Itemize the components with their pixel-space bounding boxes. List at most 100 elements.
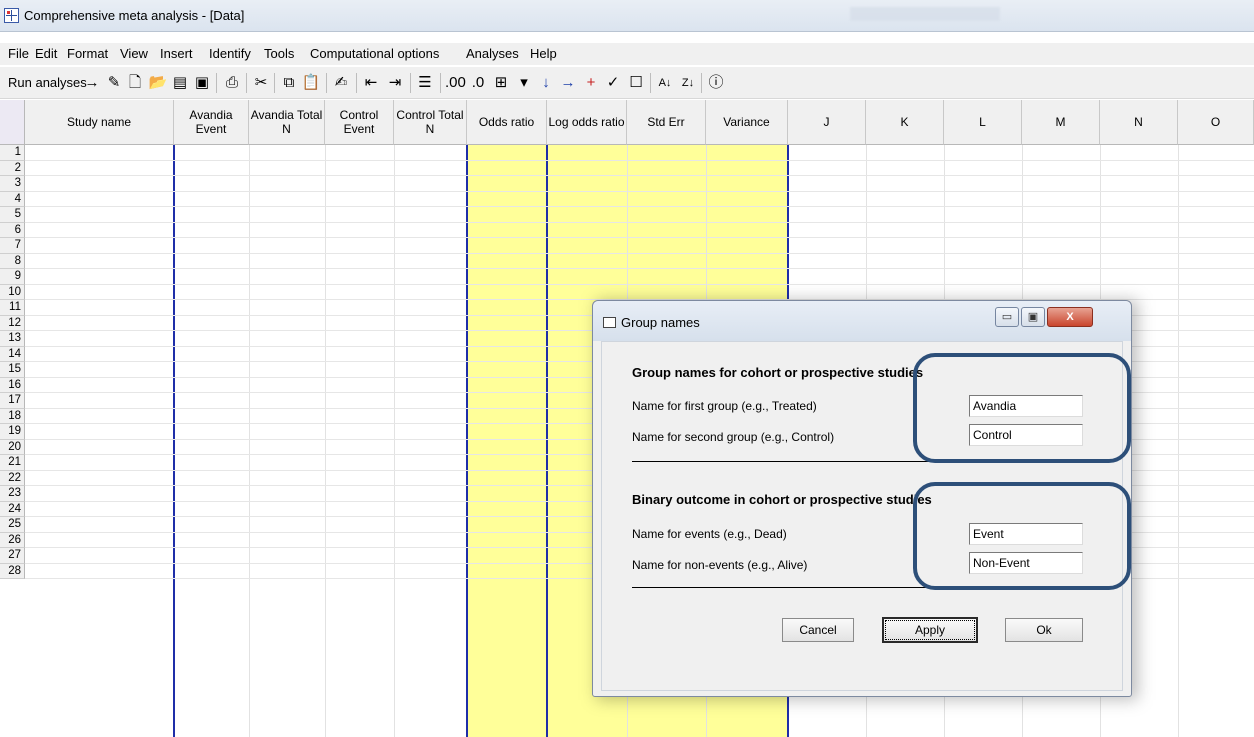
app-icon (4, 8, 19, 23)
row-header[interactable]: 1 (0, 145, 25, 161)
row-header[interactable]: 18 (0, 408, 25, 424)
menu-help[interactable]: Help (530, 46, 557, 61)
row-header[interactable]: 7 (0, 238, 25, 254)
sort-descending-icon[interactable]: Z↓ (678, 73, 698, 93)
menu-edit[interactable]: Edit (35, 46, 57, 61)
row-header[interactable]: 8 (0, 253, 25, 269)
events-label: Name for events (e.g., Dead) (632, 527, 787, 541)
decrease-indent-icon[interactable]: ⇤ (361, 73, 381, 93)
col-l[interactable]: L (944, 100, 1022, 145)
cut-icon[interactable]: ✂ (251, 73, 271, 93)
run-analyses-button[interactable]: Run analyses (8, 75, 87, 90)
menu-view[interactable]: View (120, 46, 148, 61)
checkbox-icon[interactable]: ☐ (626, 73, 646, 93)
row-line (25, 283, 1254, 285)
row-header[interactable]: 15 (0, 362, 25, 378)
row-header[interactable]: 19 (0, 424, 25, 440)
add-icon[interactable]: + (581, 73, 601, 93)
row-line (25, 175, 1254, 176)
row-header[interactable]: 28 (0, 563, 25, 579)
row-header[interactable]: 21 (0, 455, 25, 471)
open-folder-icon[interactable]: 📂 (148, 73, 168, 93)
col-study-name[interactable]: Study name (25, 100, 174, 145)
info-icon[interactable]: ⓘ (706, 73, 726, 93)
sort-ascending-icon[interactable]: A↓ (655, 73, 675, 93)
second-group-label: Name for second group (e.g., Control) (632, 430, 835, 444)
move-down-icon[interactable]: ↓ (536, 73, 556, 93)
row-header[interactable]: 2 (0, 160, 25, 176)
menu-insert[interactable]: Insert (160, 46, 193, 61)
row-header[interactable]: 22 (0, 470, 25, 486)
row-header[interactable]: 5 (0, 207, 25, 223)
row-line (25, 237, 1254, 238)
row-header[interactable]: 12 (0, 315, 25, 331)
cancel-button[interactable]: Cancel (782, 618, 854, 642)
edit-icon[interactable]: ✍ (331, 73, 351, 93)
col-log-odds-ratio[interactable]: Log odds ratio (547, 100, 627, 145)
menu-computational-options[interactable]: Computational options (310, 46, 439, 61)
menu-analyses[interactable]: Analyses (466, 46, 519, 61)
row-header[interactable]: 24 (0, 501, 25, 517)
row-header[interactable]: 9 (0, 269, 25, 285)
dialog-title: Group names (621, 315, 700, 330)
col-o[interactable]: O (1178, 100, 1254, 145)
row-header[interactable]: 13 (0, 331, 25, 347)
check-icon[interactable]: ✓ (603, 73, 623, 93)
col-m[interactable]: M (1022, 100, 1100, 145)
move-right-icon[interactable]: → (558, 73, 578, 93)
col-control-event[interactable]: Control Event (325, 100, 394, 145)
highlight-event-names (913, 482, 1131, 590)
increase-indent-icon[interactable]: ⇥ (385, 73, 405, 93)
col-variance[interactable]: Variance (706, 100, 788, 145)
menu-tools[interactable]: Tools (264, 46, 294, 61)
open-data-icon[interactable]: ▤ (170, 73, 190, 93)
row-header[interactable]: 20 (0, 439, 25, 455)
col-avandia-total[interactable]: Avandia Total N (249, 100, 325, 145)
outline-icon[interactable]: ☰ (415, 73, 435, 93)
wand-icon[interactable]: ✎ (104, 73, 124, 93)
close-button[interactable]: X (1047, 307, 1093, 327)
decimals-decrease-icon[interactable]: .0 (468, 73, 488, 93)
col-k[interactable]: K (866, 100, 944, 145)
row-header[interactable]: 23 (0, 486, 25, 502)
apply-button[interactable]: Apply (882, 617, 978, 643)
maximize-button[interactable]: ▣ (1021, 307, 1045, 327)
print-icon[interactable]: ⎙ (222, 73, 242, 93)
row-header[interactable]: 10 (0, 284, 25, 300)
col-odds-ratio[interactable]: Odds ratio (467, 100, 547, 145)
row-header[interactable]: 17 (0, 393, 25, 409)
row-header[interactable]: 27 (0, 548, 25, 564)
new-file-icon[interactable]: 🗋 (125, 73, 145, 93)
copy-icon[interactable]: ⧉ (279, 73, 299, 93)
minimize-button[interactable]: ▭ (995, 307, 1019, 327)
col-avandia-event[interactable]: Avandia Event (174, 100, 249, 145)
menu-identify[interactable]: Identify (209, 46, 251, 61)
menu-file[interactable]: File (8, 46, 29, 61)
first-group-label: Name for first group (e.g., Treated) (632, 399, 817, 413)
dialog-title-bar[interactable]: Group names ▭ ▣ X (593, 301, 1131, 341)
ok-button[interactable]: Ok (1005, 618, 1083, 642)
row-header[interactable]: 25 (0, 517, 25, 533)
dropdown-icon[interactable]: ▾ (514, 73, 534, 93)
col-control-total[interactable]: Control Total N (394, 100, 467, 145)
row-header[interactable]: 6 (0, 222, 25, 238)
row-header[interactable]: 3 (0, 176, 25, 192)
menu-format[interactable]: Format (67, 46, 108, 61)
save-icon[interactable]: ▣ (192, 73, 212, 93)
row-header[interactable]: 14 (0, 346, 25, 362)
row-header[interactable]: 16 (0, 377, 25, 393)
col-std-err[interactable]: Std Err (627, 100, 706, 145)
col-j[interactable]: J (788, 100, 866, 145)
row-header[interactable]: 4 (0, 191, 25, 207)
decimals-increase-icon[interactable]: .00 (445, 73, 466, 93)
grid-corner[interactable] (0, 100, 25, 145)
paste-icon[interactable]: 📋 (301, 73, 321, 93)
row-header[interactable]: 26 (0, 532, 25, 548)
row-line (25, 268, 1254, 269)
nonevents-label: Name for non-events (e.g., Alive) (632, 558, 808, 572)
column-format-icon[interactable]: ⊞ (491, 73, 511, 93)
toolbar: Run analyses → ✎ 🗋 📂 ▤ ▣ ⎙ ✂ ⧉ 📋 ✍ ⇤ ⇥ ☰… (0, 67, 1254, 99)
arrow-right-icon[interactable]: → (82, 73, 102, 93)
row-header[interactable]: 11 (0, 300, 25, 316)
col-n[interactable]: N (1100, 100, 1178, 145)
